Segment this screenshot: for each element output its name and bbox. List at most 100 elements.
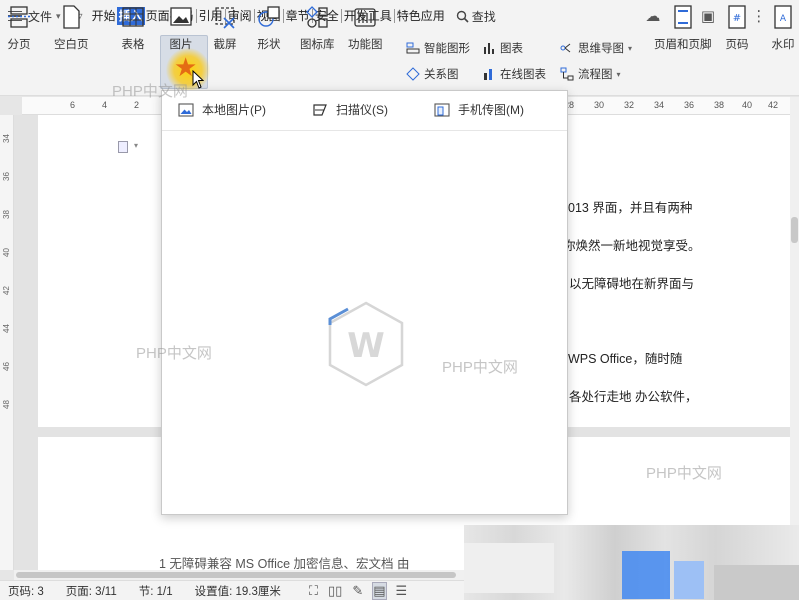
status-section[interactable]: 节: 1/1	[139, 583, 173, 599]
status-page-code[interactable]: 页码: 3	[8, 583, 44, 599]
relation-button[interactable]: 关系图	[406, 66, 459, 82]
online-chart-button[interactable]: 在线图表	[482, 66, 546, 82]
svg-text:#: #	[733, 13, 741, 24]
picture-button[interactable]: 图片	[168, 4, 194, 52]
ruler-tick: 34	[654, 100, 665, 110]
blur-block	[464, 543, 554, 593]
table-label: 表格	[121, 39, 145, 51]
ruler-tick: 42	[768, 100, 779, 110]
ruler-tick: 30	[594, 100, 605, 110]
edit-mode-icon[interactable]: ✎	[352, 583, 363, 599]
divider	[340, 9, 342, 23]
search-label: 查找	[471, 9, 496, 24]
ruler-tick: 36	[684, 100, 695, 110]
chart-icon	[484, 43, 494, 54]
ruler-tick: 40	[2, 248, 11, 257]
ruler-tick: 32	[624, 100, 635, 110]
page-break-button[interactable]: 分页	[6, 4, 32, 52]
divider	[393, 9, 395, 23]
icon-library-label: 图标库	[300, 39, 335, 51]
smart-art-button[interactable]: 智能图形	[406, 40, 470, 56]
mind-map-label: 思维导图	[578, 43, 624, 55]
outline-view-icon[interactable]: ☰	[396, 583, 408, 599]
blank-page-label: 空白页	[54, 39, 89, 51]
blank-page-button[interactable]: 空白页	[54, 4, 89, 52]
doc-line: 以无障碍地在新界面与	[569, 277, 695, 291]
ruler-tick: 6	[70, 100, 76, 110]
document-icon[interactable]	[118, 141, 128, 153]
flowchart-button[interactable]: 流程图 ▾	[560, 66, 621, 82]
fullscreen-icon[interactable]: ⛶	[309, 583, 318, 599]
flowchart-label: 流程图	[578, 69, 613, 81]
phone-upload-label: 手机传图(M)	[458, 103, 524, 117]
shape-icon	[258, 6, 280, 27]
tab-special[interactable]: 特色应用	[396, 7, 446, 25]
ruler-tick: 44	[2, 324, 11, 333]
page-number-button[interactable]: # 页码	[724, 4, 750, 52]
page-break-label: 分页	[7, 39, 31, 51]
blank-page-icon	[63, 5, 80, 29]
scroll-thumb[interactable]	[791, 217, 798, 243]
search-icon	[456, 10, 469, 23]
function-chart-button[interactable]: 功能图	[348, 4, 383, 52]
ruler-tick: 46	[2, 362, 11, 371]
local-picture-icon	[178, 102, 194, 117]
phone-upload-option[interactable]: 手机传图(M)	[434, 101, 524, 118]
doc-line: 1 无障碍兼容 MS Office 加密信息、宏文档 由	[159, 557, 410, 570]
chevron-down-icon: ▾	[628, 43, 633, 53]
status-setting[interactable]: 设置值: 19.3厘米	[195, 583, 281, 599]
screenshot-icon	[215, 7, 235, 29]
relation-label: 关系图	[424, 69, 459, 81]
ruler-tick: 34	[2, 134, 11, 143]
svg-text:W: W	[347, 326, 385, 366]
mind-map-button[interactable]: 思维导图 ▾	[560, 40, 632, 56]
doc-line: 各处行走地 办公软件，	[569, 390, 698, 404]
doc-line: 动 WPS Office，随时随	[552, 352, 683, 366]
blur-block	[674, 561, 704, 599]
tab-home[interactable]: 开始	[91, 7, 117, 25]
mouse-cursor-icon	[192, 70, 204, 89]
header-footer-button[interactable]: 页眉和页脚	[654, 4, 712, 52]
shape-button[interactable]: 形状	[256, 4, 282, 52]
divider	[195, 9, 197, 23]
table-icon	[122, 7, 144, 27]
scanner-label: 扫描仪(S)	[336, 103, 388, 117]
phone-upload-icon	[434, 102, 450, 117]
header-footer-icon	[674, 5, 692, 29]
divider	[282, 9, 284, 23]
more-icon[interactable]: ⋮	[751, 7, 766, 25]
table-button[interactable]: 表格	[120, 4, 146, 52]
reading-mode-icon[interactable]: ▯▯	[328, 583, 342, 599]
chart-button[interactable]: 图表	[482, 40, 523, 56]
page-view-icon[interactable]: ▤	[372, 581, 387, 600]
doc-line: 013 界面，并且有两种	[568, 201, 693, 215]
vertical-scrollbar[interactable]	[790, 97, 799, 570]
icon-library-button[interactable]: 图标库	[300, 4, 335, 52]
divider	[253, 9, 255, 23]
picture-source-options: 本地图片(P) 扫描仪(S) 手机传图(M)	[162, 91, 567, 131]
scroll-thumb[interactable]	[16, 572, 456, 578]
smart-art-label: 智能图形	[424, 43, 470, 55]
watermark-text: PHP中文网	[646, 465, 722, 482]
search-box[interactable]: 查找	[456, 8, 496, 25]
page-break-icon	[8, 6, 30, 28]
watermark-icon: A	[774, 5, 792, 29]
ruler-tick: 38	[2, 210, 11, 219]
vertical-ruler: 34 36 38 40 42 44 46 48	[0, 115, 14, 570]
ruler-tick: 48	[2, 400, 11, 409]
svg-text:A: A	[780, 14, 787, 24]
ruler-tick: 42	[2, 286, 11, 295]
scanner-icon	[313, 103, 327, 116]
loading-spinner-icon: W	[328, 301, 404, 387]
watermark-button[interactable]: A 水印	[770, 4, 796, 52]
chevron-down-icon[interactable]: ▾	[134, 141, 138, 150]
local-picture-option[interactable]: 本地图片(P)	[178, 101, 266, 118]
online-chart-label: 在线图表	[500, 69, 546, 81]
relation-icon	[406, 67, 420, 81]
blur-block	[622, 551, 670, 599]
function-chart-label: 功能图	[348, 39, 383, 51]
status-page[interactable]: 页面: 3/11	[66, 583, 117, 599]
screenshot-button[interactable]: 截屏	[212, 4, 238, 52]
ruler-tick: 38	[714, 100, 725, 110]
scanner-option[interactable]: 扫描仪(S)	[312, 101, 388, 118]
